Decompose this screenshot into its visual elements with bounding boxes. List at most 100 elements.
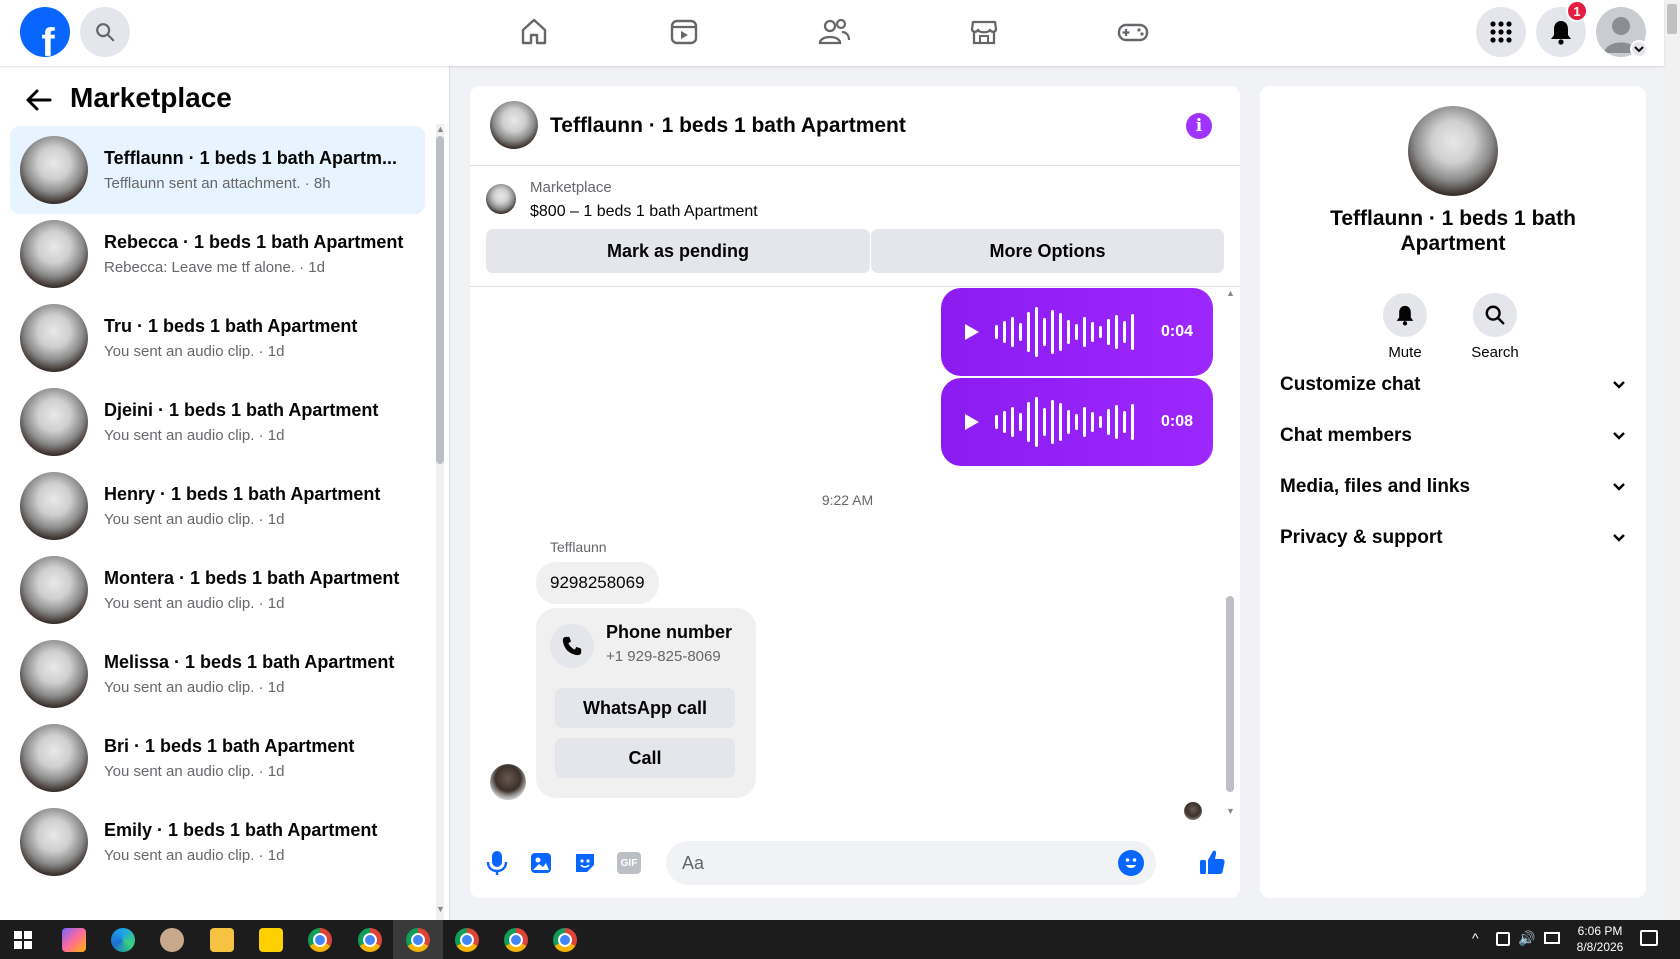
- chat-scroll-thumb[interactable]: [1226, 596, 1234, 792]
- mark-pending-button[interactable]: Mark as pending: [486, 229, 870, 273]
- voice-clip-button[interactable]: [486, 850, 508, 881]
- conversation-preview: You sent an audio clip. · 1d: [104, 679, 285, 696]
- scroll-down-arrow[interactable]: ▼: [436, 904, 445, 914]
- play-icon[interactable]: [963, 412, 981, 432]
- chrome-icon[interactable]: [358, 928, 382, 952]
- chrome-icon[interactable]: [308, 928, 332, 952]
- message-bubble[interactable]: 9298258069: [536, 562, 659, 604]
- sticker-button[interactable]: [573, 851, 597, 880]
- listing-thumbnail[interactable]: [486, 184, 516, 214]
- search-in-conversation-button[interactable]: [1473, 293, 1517, 337]
- home-tab[interactable]: [514, 12, 554, 52]
- message-input[interactable]: Aa: [666, 841, 1156, 885]
- whatsapp-call-button[interactable]: WhatsApp call: [555, 688, 735, 728]
- waveform-bar: [1123, 411, 1126, 433]
- like-button[interactable]: [1198, 848, 1226, 881]
- clock-date: 8/8/2026: [1576, 940, 1624, 954]
- play-icon[interactable]: [963, 322, 981, 342]
- more-options-button[interactable]: More Options: [871, 229, 1224, 273]
- info-title: Tefflaunn · 1 beds 1 bath Apartment: [1330, 207, 1576, 255]
- audio-clip[interactable]: 0:08: [941, 378, 1213, 466]
- waveform-bar: [1091, 412, 1094, 432]
- chat-header-avatar[interactable]: [490, 101, 538, 149]
- waveform-bar: [1011, 407, 1014, 437]
- scroll-up-arrow[interactable]: ▲: [436, 124, 445, 134]
- clock[interactable]: 6:06 PM 8/8/2026: [1570, 923, 1630, 955]
- home-icon: [521, 18, 547, 45]
- copilot-icon[interactable]: [62, 928, 86, 952]
- edge-icon[interactable]: [111, 928, 135, 952]
- volume-icon[interactable]: 🔊: [1518, 930, 1535, 947]
- waveform-bar: [1003, 411, 1006, 433]
- audio-duration: 0:04: [1160, 323, 1193, 340]
- chevron-down-icon: [1613, 534, 1625, 542]
- conversation-item[interactable]: Bri · 1 beds 1 bath Apartment You sent an…: [10, 714, 425, 802]
- gif-button[interactable]: GIF: [617, 852, 641, 874]
- scroll-down-arrow[interactable]: ▼: [1226, 806, 1235, 816]
- meet-now-icon[interactable]: [1496, 932, 1510, 946]
- info-section-row[interactable]: Privacy & support: [1280, 527, 1625, 549]
- conversation-item[interactable]: Tefflaunn · 1 beds 1 bath Apartm... Teffl…: [10, 126, 425, 214]
- info-section-row[interactable]: Customize chat: [1280, 374, 1625, 396]
- attach-photo-button[interactable]: [530, 851, 552, 880]
- back-button[interactable]: [24, 88, 52, 117]
- scroll-up-arrow[interactable]: ▲: [1226, 288, 1235, 298]
- conversation-item[interactable]: Emily · 1 beds 1 bath Apartment You sent …: [10, 798, 425, 886]
- listing-title[interactable]: $800 – 1 beds 1 bath Apartment: [530, 203, 758, 221]
- info-section-row[interactable]: Chat members: [1280, 425, 1625, 447]
- sidebar-scroll-thumb[interactable]: [436, 136, 444, 464]
- sidebar-scrollbar[interactable]: ▲ ▼: [436, 124, 445, 920]
- chrome-icon[interactable]: [455, 928, 479, 952]
- mute-button[interactable]: [1383, 293, 1427, 337]
- window-scrollbar[interactable]: [1664, 0, 1680, 920]
- search-icon: [1485, 305, 1505, 325]
- account-dropdown[interactable]: [1630, 40, 1648, 58]
- clock-time: 6:06 PM: [1577, 924, 1623, 938]
- info-avatar[interactable]: [1408, 106, 1498, 196]
- conversation-item[interactable]: Henry · 1 beds 1 bath Apartment You sent …: [10, 462, 425, 550]
- conversation-avatar: [20, 472, 88, 540]
- chevron-down-icon: [1613, 483, 1625, 491]
- conversation-item[interactable]: Rebecca · 1 beds 1 bath Apartment Rebecca…: [10, 210, 425, 298]
- phone-number-card: Phone number +1 929-825-8069 WhatsApp ca…: [536, 608, 756, 798]
- facebook-logo[interactable]: f: [20, 7, 70, 57]
- marketplace-tab[interactable]: [964, 12, 1004, 52]
- conversation-item[interactable]: Djeini · 1 beds 1 bath Apartment You sent…: [10, 378, 425, 466]
- paint-icon[interactable]: [160, 928, 184, 952]
- start-button[interactable]: [14, 931, 32, 954]
- conversation-name: Henry · 1 beds 1 bath Apartment: [104, 484, 381, 504]
- file-explorer-icon[interactable]: [210, 928, 234, 952]
- search-button[interactable]: [80, 7, 130, 57]
- show-hidden-icons[interactable]: ^: [1472, 930, 1479, 946]
- conversation-name: Montera · 1 beds 1 bath Apartment: [104, 568, 400, 588]
- conversation-text: Melissa · 1 beds 1 bath Apartment You sen…: [104, 652, 404, 696]
- chrome-icon[interactable]: [406, 928, 430, 952]
- friends-tab[interactable]: [814, 12, 854, 52]
- search-icon: [96, 23, 115, 42]
- window-scroll-thumb[interactable]: [1667, 4, 1677, 34]
- chat-scrollbar[interactable]: ▲ ▼: [1226, 288, 1235, 818]
- video-tab[interactable]: [664, 12, 704, 52]
- info-section-row[interactable]: Media, files and links: [1280, 476, 1625, 498]
- chat-header-title[interactable]: Tefflaunn · 1 beds 1 bath Apartment: [550, 114, 906, 138]
- chrome-icon[interactable]: [553, 928, 577, 952]
- conversation-text: Tru · 1 beds 1 bath Apartment You sent an…: [104, 316, 404, 360]
- info-button[interactable]: i: [1186, 113, 1212, 139]
- waveform-bar: [995, 325, 998, 339]
- sender-avatar[interactable]: [490, 764, 526, 800]
- sender-name: Tefflaunn: [550, 539, 607, 555]
- network-icon[interactable]: [1544, 932, 1560, 944]
- conversation-item[interactable]: Montera · 1 beds 1 bath Apartment You sen…: [10, 546, 425, 634]
- notification-center-icon[interactable]: [1640, 930, 1658, 946]
- windows-icon: [14, 931, 32, 949]
- sticky-notes-icon[interactable]: [259, 928, 283, 952]
- conversation-item[interactable]: Melissa · 1 beds 1 bath Apartment You sen…: [10, 630, 425, 718]
- info-section-label: Chat members: [1280, 425, 1412, 446]
- conversation-item[interactable]: Tru · 1 beds 1 bath Apartment You sent an…: [10, 294, 425, 382]
- call-button[interactable]: Call: [555, 738, 735, 778]
- audio-clip[interactable]: 0:04: [941, 288, 1213, 376]
- gaming-tab[interactable]: [1113, 12, 1153, 52]
- chrome-icon[interactable]: [504, 928, 528, 952]
- menu-button[interactable]: [1476, 7, 1526, 57]
- emoji-button[interactable]: [1118, 850, 1144, 876]
